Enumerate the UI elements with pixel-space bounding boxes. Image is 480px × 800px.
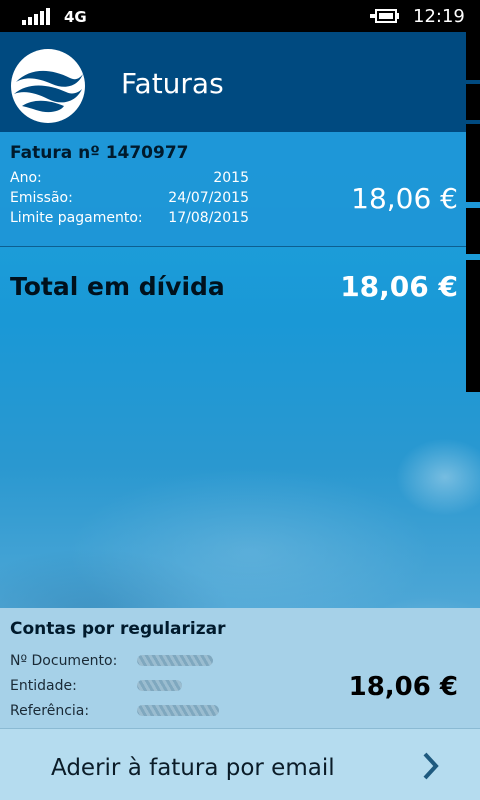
redacted-document-number [137,655,213,666]
invoice-title: Fatura nº 1470977 [10,143,189,163]
page-title: Faturas [121,67,224,100]
issue-date-value: 24/07/2015 [168,190,249,206]
app-header: Faturas [0,32,480,132]
reference-label: Referência: [10,703,90,719]
battery-charging-icon [370,9,399,23]
redacted-entity [137,680,182,691]
status-bar: 4G 12:19 [0,0,480,32]
accounts-panel: Contas por regularizar Nº Documento: Ent… [0,608,480,728]
accounts-title: Contas por regularizar [10,619,226,639]
entity-label: Entidade: [10,678,77,694]
accounts-amount: 18,06 € [348,672,458,702]
total-debt-value: 18,06 € [340,270,458,303]
year-value: 2015 [213,170,249,186]
email-invoice-label: Aderir à fatura por email [51,755,335,781]
document-number-label: Nº Documento: [10,653,118,669]
chevron-right-icon [423,752,439,780]
redacted-reference [137,705,219,716]
payment-limit-value: 17/08/2015 [168,210,249,226]
clock: 12:19 [413,6,465,27]
invoice-card[interactable]: Fatura nº 1470977 Ano: 2015 Emissão: 24/… [0,132,480,247]
network-type: 4G [64,8,87,26]
payment-limit-label: Limite pagamento: [10,210,143,226]
invoice-amount: 18,06 € [351,182,458,215]
issue-date-label: Emissão: [10,190,73,206]
signal-strength-icon [22,8,54,25]
year-label: Ano: [10,170,42,186]
side-markers [466,32,480,392]
total-debt-label: Total em dívida [10,272,225,301]
water-logo-icon [11,49,85,123]
email-invoice-button[interactable]: Aderir à fatura por email [0,728,480,800]
